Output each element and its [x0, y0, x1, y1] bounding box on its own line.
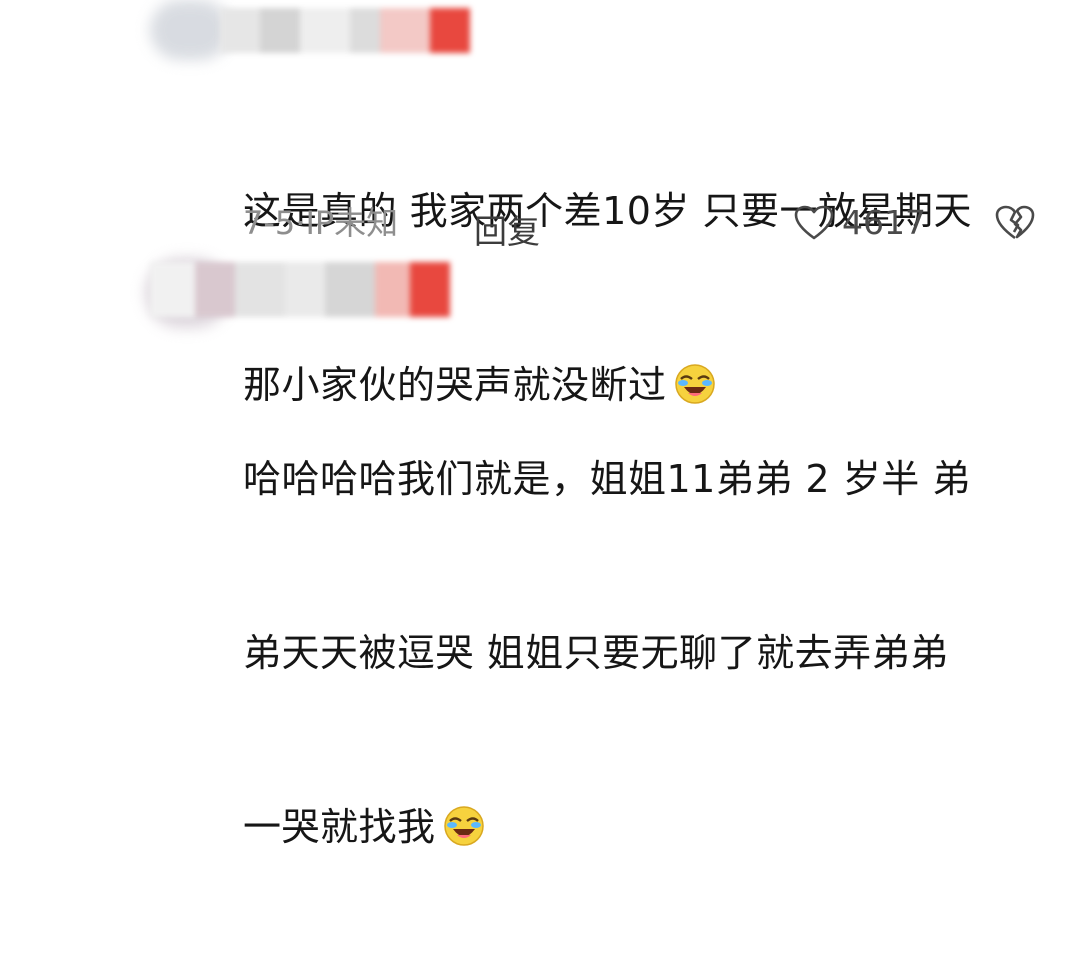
comment-line: 哈哈哈哈我们就是，姐姐11弟弟 2 岁半 弟	[243, 457, 971, 501]
comment-text: 哈哈哈哈我们就是，姐姐11弟弟 2 岁半 弟 弟天天被逗哭 姐姐只要无聊了就去弄…	[243, 334, 971, 980]
comment-line-text: 一哭就找我	[243, 805, 436, 849]
comment-line: 一哭就找我	[243, 798, 971, 864]
crying-laughing-emoji-icon	[442, 804, 486, 864]
avatar[interactable]	[150, 0, 230, 60]
comment-line: 弟天天被逗哭 姐姐只要无聊了就去弄弟弟	[243, 631, 949, 675]
heart-outline-icon[interactable]	[794, 205, 834, 245]
username-blurred[interactable]	[150, 262, 450, 317]
username-blurred[interactable]	[220, 8, 470, 53]
comment-meta: 7-5·IP未知	[243, 204, 399, 242]
like-count: 4617	[842, 203, 926, 242]
reply-button[interactable]: 回复	[474, 205, 540, 253]
broken-heart-icon[interactable]	[995, 205, 1035, 245]
